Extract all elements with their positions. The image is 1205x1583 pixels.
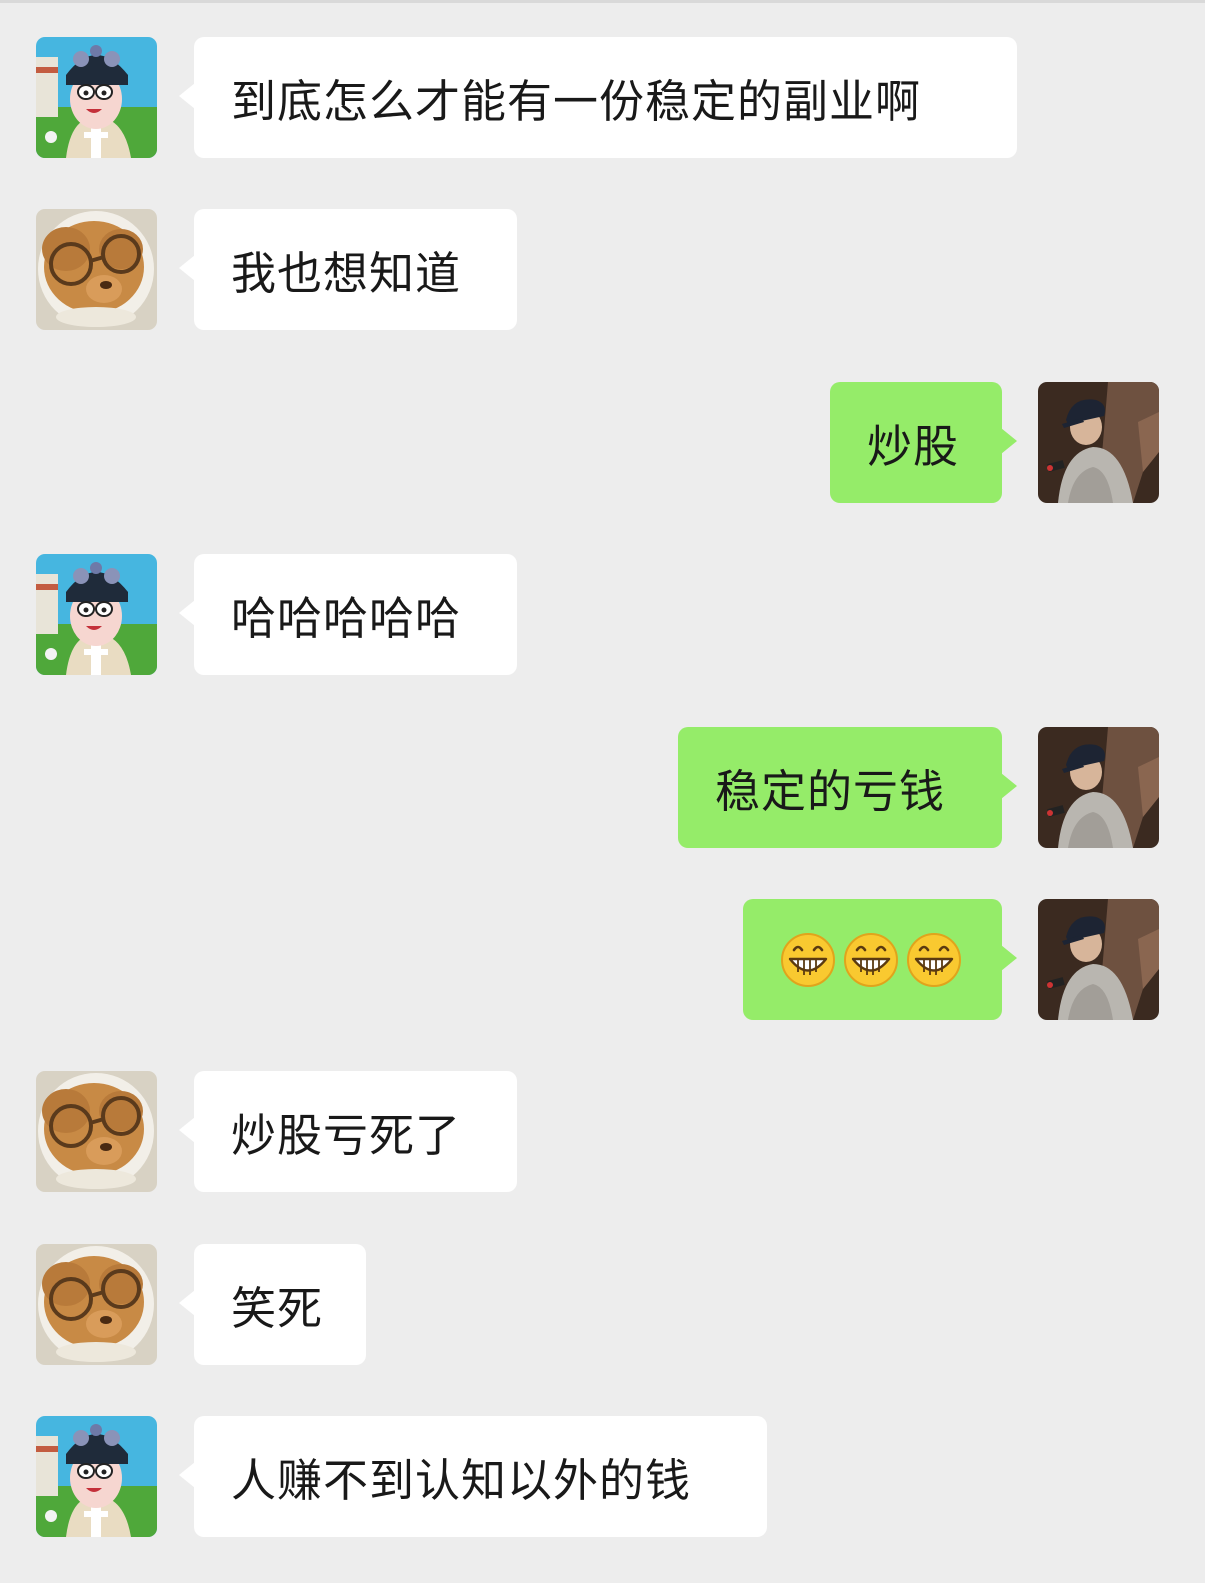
cap-person-avatar-image	[1038, 727, 1159, 848]
glasses-bear-avatar[interactable]	[36, 1244, 157, 1365]
qing-lady-avatar[interactable]	[36, 37, 157, 158]
message-text: 炒股亏死了	[231, 1109, 462, 1162]
glasses-bear-avatar-image	[36, 1071, 157, 1192]
glasses-bear-avatar-image	[36, 1244, 157, 1365]
qing-lady-avatar-image	[36, 554, 157, 675]
qing-lady-avatar[interactable]	[36, 1416, 157, 1537]
message-bubble[interactable]: 炒股亏死了	[179, 1071, 517, 1192]
message-text: 笑死	[231, 1282, 324, 1335]
glasses-bear-avatar[interactable]	[36, 209, 157, 330]
message-text: 到底怎么才能有一份稳定的副业啊	[231, 75, 922, 128]
cap-person-avatar-image	[1038, 382, 1159, 503]
message-bubble[interactable]: 笑死	[179, 1244, 366, 1365]
message-bubble[interactable]: 稳定的亏钱	[678, 727, 1017, 848]
message-text: 稳定的亏钱	[715, 765, 946, 818]
message-text: 哈哈哈哈哈	[231, 592, 462, 645]
cap-person-avatar[interactable]	[1038, 727, 1159, 848]
message-bubble[interactable]: 哈哈哈哈哈	[179, 554, 517, 675]
grin-emoji-icon	[780, 932, 836, 988]
cap-person-avatar[interactable]	[1038, 382, 1159, 503]
message-text: 我也想知道	[231, 247, 462, 300]
cap-person-avatar[interactable]	[1038, 899, 1159, 1020]
message-bubble[interactable]: 人赚不到认知以外的钱	[179, 1416, 767, 1537]
message-bubble[interactable]: 我也想知道	[179, 209, 517, 330]
grin-emoji-icon	[843, 932, 899, 988]
grin-emoji-icon	[906, 932, 962, 988]
message-bubble[interactable]: 炒股	[830, 382, 1017, 503]
qing-lady-avatar-image	[36, 37, 157, 158]
qing-lady-avatar-image	[36, 1416, 157, 1537]
glasses-bear-avatar-image	[36, 209, 157, 330]
cap-person-avatar-image	[1038, 899, 1159, 1020]
top-divider	[0, 0, 1205, 3]
message-text: 人赚不到认知以外的钱	[231, 1454, 692, 1507]
glasses-bear-avatar[interactable]	[36, 1071, 157, 1192]
message-text: 炒股	[867, 420, 960, 473]
emoji-message-bubble[interactable]	[743, 899, 1017, 1020]
qing-lady-avatar[interactable]	[36, 554, 157, 675]
message-bubble[interactable]: 到底怎么才能有一份稳定的副业啊	[179, 37, 1017, 158]
